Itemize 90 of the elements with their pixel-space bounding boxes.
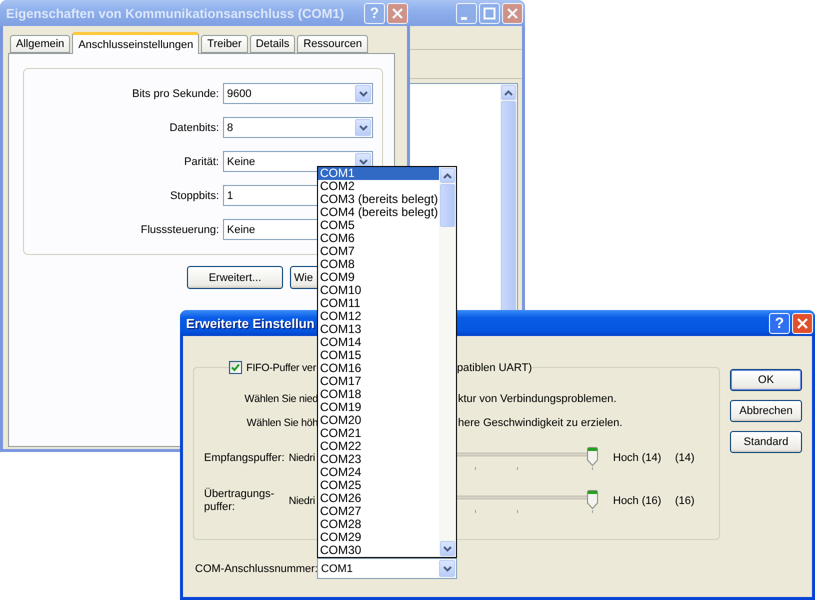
list-item[interactable]: COM15 bbox=[318, 349, 439, 362]
list-item[interactable]: COM3 (bereits belegt) bbox=[318, 193, 439, 206]
list-item[interactable]: COM16 bbox=[318, 362, 439, 375]
button[interactable]: Abbrechen bbox=[730, 400, 802, 422]
list-item[interactable]: COM20 bbox=[318, 414, 439, 427]
slider-thumb[interactable] bbox=[586, 490, 598, 509]
tab[interactable]: Anschlusseinstellungen bbox=[72, 32, 200, 54]
chevron-down-icon bbox=[443, 546, 452, 552]
list-item[interactable]: COM1 bbox=[318, 167, 439, 180]
chevron-down-icon bbox=[358, 90, 368, 96]
close-icon bbox=[506, 6, 519, 20]
list-item[interactable]: COM27 bbox=[318, 505, 439, 518]
field-label: COM-Anschlussnummer: bbox=[195, 562, 317, 574]
slider-value: (14) bbox=[675, 452, 695, 464]
dropdown[interactable]: 9600 bbox=[223, 83, 373, 104]
slider-label: Übertragungs-puffer: bbox=[204, 488, 276, 514]
close-icon bbox=[796, 316, 809, 330]
list-item[interactable]: COM23 bbox=[318, 453, 439, 466]
slider-label: Empfangspuffer: bbox=[204, 452, 282, 464]
dropdown[interactable]: Keine bbox=[223, 219, 319, 240]
field-label: Datenbits: bbox=[169, 122, 219, 134]
list-item[interactable]: COM12 bbox=[318, 310, 439, 323]
hint-text: here Geschwindigkeit zu erzielen. bbox=[458, 417, 622, 429]
checkbox-label: FIFO-Puffer ver bbox=[245, 362, 316, 374]
list-item[interactable]: COM24 bbox=[318, 466, 439, 479]
list-item[interactable]: COM2 bbox=[318, 180, 439, 193]
list-item[interactable]: COM25 bbox=[318, 479, 439, 492]
list-item[interactable]: COM17 bbox=[318, 375, 439, 388]
button[interactable]: Erweitert... bbox=[187, 266, 283, 289]
tab[interactable]: Treiber bbox=[201, 35, 248, 53]
list-item[interactable]: COM18 bbox=[318, 388, 439, 401]
slider-min-label: Niedri bbox=[288, 452, 315, 464]
list-item[interactable]: COM22 bbox=[318, 440, 439, 453]
list-item[interactable]: COM9 bbox=[318, 271, 439, 284]
help-button[interactable]: ? bbox=[769, 312, 790, 334]
window-title: Eigenschaften von Kommunikationsanschluss (COM1) bbox=[6, 6, 344, 20]
dropdown[interactable]: 8 bbox=[223, 117, 373, 138]
slider-value: (16) bbox=[675, 495, 695, 507]
checkbox-label: patiblen UART) bbox=[456, 362, 532, 374]
list-item[interactable]: COM29 bbox=[318, 531, 439, 544]
slider-max-label: Hoch (16) bbox=[613, 495, 662, 507]
close-button[interactable] bbox=[387, 2, 408, 24]
field-label: Parität: bbox=[184, 156, 219, 168]
list-item[interactable]: COM11 bbox=[318, 297, 439, 310]
list-item[interactable]: COM26 bbox=[318, 492, 439, 505]
checkbox[interactable] bbox=[229, 361, 242, 374]
button[interactable]: Standard bbox=[730, 431, 802, 453]
field-label: Flusssteuerung: bbox=[140, 224, 219, 236]
scroll-up-button[interactable] bbox=[440, 168, 455, 183]
dropdown[interactable]: COM1 bbox=[317, 558, 457, 579]
chevron-down-icon bbox=[358, 158, 368, 164]
maximize-button[interactable] bbox=[479, 2, 500, 24]
tab[interactable]: Ressourcen bbox=[297, 35, 368, 53]
chevron-down-icon bbox=[442, 566, 452, 572]
hint-text: ktur von Verbindungsproblemen. bbox=[458, 393, 616, 405]
tab[interactable]: Details bbox=[250, 35, 296, 53]
tab[interactable]: Allgemein bbox=[10, 35, 70, 53]
scroll-up-button[interactable] bbox=[501, 85, 516, 100]
chevron-up-icon bbox=[504, 90, 513, 96]
list-item[interactable]: COM30 bbox=[318, 544, 439, 557]
scrollbar[interactable] bbox=[439, 167, 456, 557]
list-item[interactable]: COM7 bbox=[318, 245, 439, 258]
list-item[interactable]: COM21 bbox=[318, 427, 439, 440]
slider-min-label: Niedri bbox=[288, 495, 315, 507]
list-item[interactable]: COM14 bbox=[318, 336, 439, 349]
scroll-down-button[interactable] bbox=[440, 541, 455, 556]
field-label: Stoppbits: bbox=[170, 190, 219, 202]
close-button[interactable] bbox=[792, 312, 813, 334]
list-item[interactable]: COM5 bbox=[318, 219, 439, 232]
list-item[interactable]: COM13 bbox=[318, 323, 439, 336]
slider-thumb[interactable] bbox=[586, 447, 598, 466]
close-icon bbox=[391, 6, 404, 20]
scrollbar-thumb[interactable] bbox=[440, 184, 455, 227]
slider-max-label: Hoch (14) bbox=[613, 452, 662, 464]
chevron-up-icon bbox=[443, 172, 452, 178]
chevron-down-icon bbox=[358, 124, 368, 130]
minimize-button[interactable] bbox=[456, 2, 477, 24]
field-label: Bits pro Sekunde: bbox=[132, 88, 219, 100]
list-item[interactable]: COM10 bbox=[318, 284, 439, 297]
list-item[interactable]: COM19 bbox=[318, 401, 439, 414]
button[interactable]: OK bbox=[730, 369, 802, 391]
window-title: Erweiterte Einstellun bbox=[186, 316, 315, 330]
list-item[interactable]: COM4 (bereits belegt) bbox=[318, 206, 439, 219]
list-item[interactable]: COM8 bbox=[318, 258, 439, 271]
close-button[interactable] bbox=[502, 2, 523, 24]
maximize-icon bbox=[483, 6, 496, 20]
dropdown[interactable]: 1 bbox=[223, 185, 319, 206]
minimize-icon bbox=[461, 16, 467, 20]
list-item[interactable]: COM28 bbox=[318, 518, 439, 531]
list-item[interactable]: COM6 bbox=[318, 232, 439, 245]
